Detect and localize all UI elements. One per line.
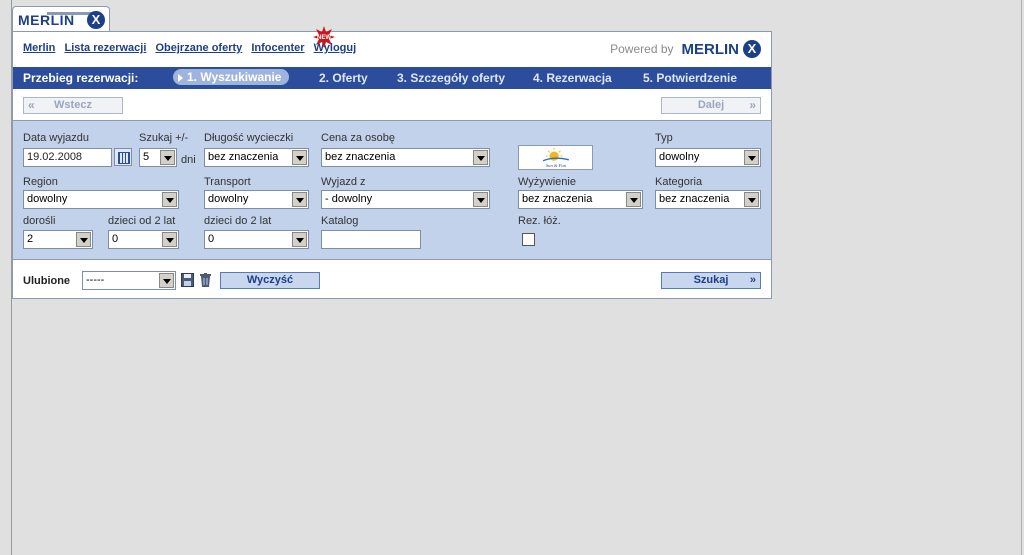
board-select[interactable]: bez znaczenia [518,190,643,209]
search-form: Data wyjazdu 19.02.2008 Szukaj +/- 5 dni… [13,120,771,260]
nav-link-viewed-offers[interactable]: Obejrzane oferty [155,42,242,54]
catalog-input[interactable] [321,230,421,249]
adults-select[interactable]: 2 [23,230,93,249]
merlin-logo-tab[interactable]: MERLIN X [12,6,110,32]
dropdown-arrow-icon [159,273,174,288]
dropdown-arrow-icon [744,150,759,165]
double-chevron-left-icon: « [28,98,35,112]
search-range-unit: dni [181,154,196,166]
price-select[interactable]: bez znaczenia [321,148,490,167]
search-range-select[interactable]: 5 [139,148,177,167]
window-border-right [1021,0,1022,555]
departure-from-label: Wyjazd z [321,176,366,188]
type-select[interactable]: dowolny [655,148,761,167]
children-over2-select[interactable]: 0 [108,230,179,249]
dropdown-arrow-icon [626,192,641,207]
favorites-value: ----- [86,274,105,286]
children-over2-value: 0 [112,233,119,245]
double-chevron-right-icon: » [749,274,756,286]
trip-length-label: Długość wycieczki [204,132,294,144]
dropdown-arrow-icon [160,150,175,165]
board-value: bez znaczenia [522,193,593,205]
trip-length-value: bez znaczenia [208,151,279,163]
step-offers[interactable]: 2. Oferty [319,71,368,85]
next-button[interactable]: Dalej » [661,97,761,114]
board-label: Wyżywienie [518,176,576,188]
adults-label: dorośli [23,215,56,227]
step-search[interactable]: 1. Wyszukiwanie [173,69,290,85]
rez-loz-checkbox[interactable] [522,233,535,246]
price-label: Cena za osobę [321,132,395,144]
region-label: Region [23,176,58,188]
rez-loz-label: Rez. łóż. [518,215,561,227]
next-button-label: Dalej [697,99,725,111]
children-over2-label: dzieci od 2 lat [108,215,176,227]
region-select[interactable]: dowolny [23,190,179,209]
children-under2-label: dzieci do 2 lat [204,215,272,227]
category-value: bez znaczenia [659,193,730,205]
trash-icon[interactable] [200,273,211,287]
children-under2-select[interactable]: 0 [204,230,309,249]
search-button-label: Szukaj [693,274,729,286]
step-confirmation[interactable]: 5. Potwierdzenie [643,71,737,85]
booking-steps-bar: Przebieg rezerwacji: 1. Wyszukiwanie 2. … [13,67,771,89]
nav-link-merlin[interactable]: Merlin [23,42,55,54]
dropdown-arrow-icon [473,192,488,207]
nav-link-infocenter[interactable]: Infocenter [251,42,304,54]
dropdown-arrow-icon [162,232,177,247]
dropdown-arrow-icon [744,192,759,207]
adults-value: 2 [27,233,34,245]
dropdown-arrow-icon [292,192,307,207]
departure-date-input[interactable]: 19.02.2008 [23,148,112,167]
search-panel: Merlin Lista rezerwacji Obejrzane oferty… [12,26,772,299]
back-button-label: Wstecz [54,99,92,111]
search-button[interactable]: Szukaj » [661,272,761,289]
type-value: dowolny [659,151,700,163]
brand-x-icon: X [743,40,761,58]
category-label: Kategoria [655,176,703,188]
new-badge-icon: NEW [313,26,335,48]
steps-label: Przebieg rezerwacji: [23,71,139,85]
catalog-label: Katalog [321,215,359,227]
children-under2-value: 0 [208,233,215,245]
transport-value: dowolny [208,193,249,205]
step-reservation[interactable]: 4. Rezerwacja [533,71,612,85]
departure-from-select[interactable]: - dowolny [321,190,490,209]
type-label: Typ [655,132,673,144]
calendar-icon[interactable] [114,148,132,166]
search-range-value: 5 [143,151,150,163]
dropdown-arrow-icon [76,232,91,247]
clear-button[interactable]: Wyczyść [220,272,320,289]
powered-by-label: Powered by [610,42,674,56]
transport-select[interactable]: dowolny [204,190,309,209]
trip-length-select[interactable]: bez znaczenia [204,148,309,167]
sun-and-fun-text: Sun & Fun [546,163,567,168]
save-icon[interactable] [181,273,194,287]
dropdown-arrow-icon [292,232,307,247]
price-value: bez znaczenia [325,151,396,163]
favorites-label: Ulubione [23,275,71,287]
dropdown-arrow-icon [292,150,307,165]
transport-label: Transport [204,176,251,188]
nav-link-reservations[interactable]: Lista rezerwacji [64,42,146,54]
powered-by: Powered by MERLIN X [610,40,761,58]
top-navigation: Merlin Lista rezerwacji Obejrzane oferty… [23,42,362,54]
logo-x-icon: X [87,11,105,29]
search-range-label: Szukaj +/- [139,132,189,144]
region-value: dowolny [27,193,68,205]
double-chevron-right-icon: » [749,98,756,112]
departure-from-value: - dowolny [325,193,373,205]
dropdown-arrow-icon [473,150,488,165]
departure-date-label: Data wyjazdu [23,132,90,144]
back-button[interactable]: « Wstecz [23,97,123,114]
favorites-select[interactable]: ----- [82,271,176,290]
powered-by-brand: MERLIN [681,40,740,58]
dropdown-arrow-icon [162,192,177,207]
sun-and-fun-logo: Sun & Fun [518,145,593,170]
logo-text: MERLIN [18,12,75,28]
category-select[interactable]: bez znaczenia [655,190,761,209]
step-offer-details[interactable]: 3. Szczegóły oferty [397,71,505,85]
new-badge-text: NEW [317,35,331,41]
